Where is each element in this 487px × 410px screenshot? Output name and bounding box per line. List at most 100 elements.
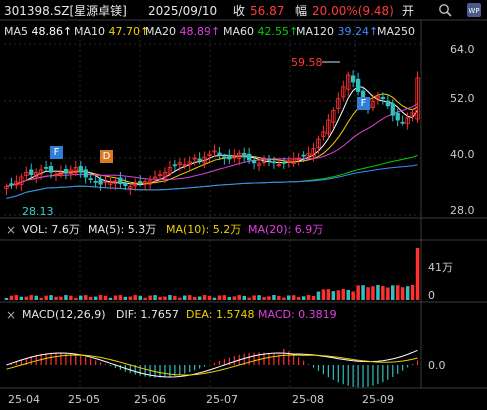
volume-bar: [168, 295, 172, 300]
candle-body: [197, 158, 202, 161]
volume-bar: [29, 295, 33, 300]
volume-bar: [336, 290, 341, 300]
event-marker-d[interactable]: D: [100, 150, 113, 163]
volume-bar: [202, 295, 207, 300]
volume-bar: [153, 295, 157, 300]
volume-bar: [143, 297, 147, 300]
volume-bar: [178, 297, 182, 300]
volume-bar: [341, 289, 345, 300]
date-tick: 25-04: [8, 393, 40, 406]
volume-bar: [24, 296, 29, 300]
volume-bar: [272, 295, 276, 300]
vol-tick: 0: [428, 289, 435, 302]
volume-bar: [163, 296, 167, 300]
volume-bar: [326, 289, 331, 300]
volume-bar: [19, 296, 24, 300]
volume-bar: [316, 291, 321, 300]
vol-ma5: MA(5): 5.3万: [88, 223, 157, 236]
volume-bar: [242, 295, 246, 300]
vol-ma20: MA(20): 6.9万: [248, 223, 324, 236]
volume-bar: [54, 296, 58, 300]
volume-bar: [361, 285, 365, 300]
volume-bar: [257, 295, 261, 300]
volume-bar: [410, 285, 415, 300]
macd-title: MACD(12,26,9): [22, 308, 106, 321]
volume-bar: [158, 296, 162, 300]
volume-bar: [400, 287, 405, 300]
candle-body: [350, 75, 356, 83]
volume-bar: [296, 297, 301, 300]
volume-bar: [108, 297, 113, 300]
close-icon[interactable]: ×: [6, 224, 16, 236]
kline-chart[interactable]: [0, 0, 487, 410]
volume-bar: [227, 296, 232, 300]
volume-bar: [59, 296, 63, 300]
volume-bar: [79, 295, 83, 300]
event-marker-f[interactable]: F: [50, 146, 63, 159]
volume-bar: [232, 296, 237, 300]
volume-bar: [44, 295, 48, 300]
volume-bar: [197, 296, 202, 300]
candle-body: [395, 112, 400, 121]
volume-bar: [138, 295, 142, 300]
candle-body: [385, 100, 391, 107]
candle-body: [88, 178, 93, 181]
candle-body: [98, 179, 103, 185]
volume-bar: [84, 295, 88, 300]
volume-bar: [128, 296, 133, 300]
high-price-label: 59.58: [291, 56, 323, 69]
volume-bar: [331, 291, 336, 300]
volume-bar: [133, 295, 137, 300]
volume-bar: [301, 296, 306, 300]
volume-bar: [98, 295, 103, 300]
volume-bar: [321, 289, 326, 300]
volume-bar: [262, 297, 266, 300]
macd-tick: 0.0: [428, 359, 446, 372]
candle-body: [400, 121, 405, 124]
volume-bar: [188, 295, 192, 300]
volume-bar: [386, 287, 390, 300]
volume-bar: [103, 295, 108, 300]
candle-body: [380, 96, 386, 100]
volume-bar: [14, 295, 19, 300]
candle-body: [242, 153, 247, 158]
volume-bar: [415, 248, 420, 300]
candle-body: [9, 183, 14, 186]
candle-body: [44, 167, 49, 169]
volume-bar: [34, 295, 38, 300]
date-tick: 25-05: [68, 393, 100, 406]
candle-body: [123, 183, 128, 186]
volume-bar: [277, 295, 281, 300]
price-tick: 64.0: [450, 43, 475, 56]
date-tick: 25-09: [362, 393, 394, 406]
volume-bar: [118, 295, 123, 300]
volume-bar: [9, 295, 14, 300]
date-tick: 25-07: [206, 393, 238, 406]
volume-bar: [391, 285, 395, 300]
candle-body: [93, 181, 98, 183]
date-tick: 25-06: [134, 393, 166, 406]
volume-bar: [183, 295, 187, 300]
volume-bar: [148, 295, 152, 300]
volume-bar: [351, 291, 355, 300]
volume-bar: [247, 297, 251, 300]
candle-body: [29, 169, 34, 176]
vol-value: VOL: 7.6万: [22, 223, 80, 236]
volume-bar: [376, 285, 380, 300]
date-tick: 25-08: [292, 393, 324, 406]
candle-body: [281, 161, 287, 164]
candle-body: [227, 155, 232, 160]
volume-bar: [207, 295, 212, 300]
volume-bar: [212, 297, 217, 300]
candle-body: [63, 169, 69, 174]
price-tick: 52.0: [450, 92, 475, 105]
macd-dif: DIF: 1.7657: [116, 308, 179, 321]
volume-bar: [4, 298, 9, 300]
candle-body: [390, 103, 395, 116]
price-tick: 28.0: [450, 204, 475, 217]
volume-bar: [113, 295, 118, 300]
close-icon[interactable]: ×: [6, 309, 16, 321]
event-marker-f[interactable]: F: [357, 97, 370, 110]
volume-bar: [346, 289, 350, 300]
vol-tick: 41万: [428, 261, 453, 274]
